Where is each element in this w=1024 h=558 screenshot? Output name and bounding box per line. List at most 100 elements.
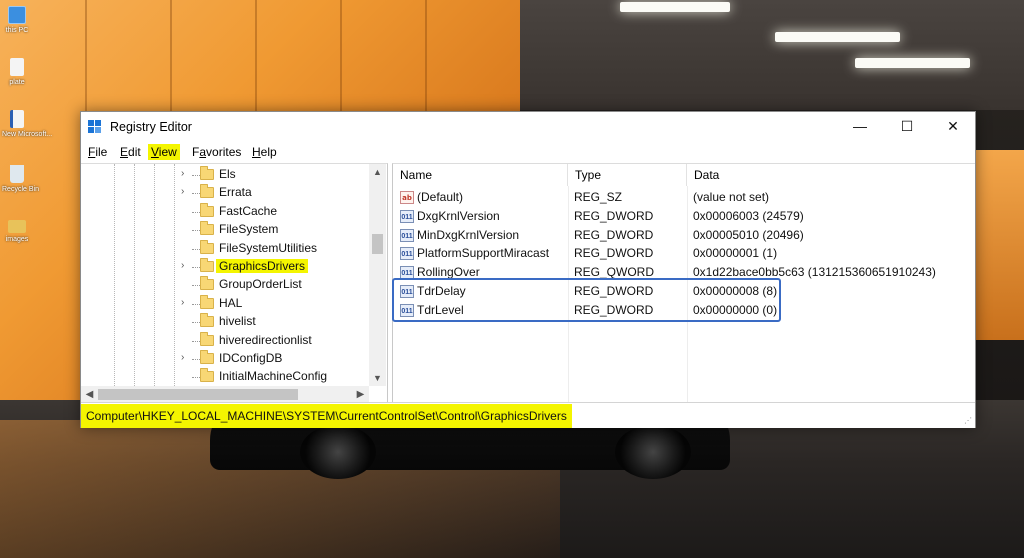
tree-item-label: InitialMachineConfig xyxy=(219,369,328,384)
tree-item[interactable]: FileSystemUtilities xyxy=(181,239,381,258)
resize-grip-icon[interactable]: ⋰ xyxy=(964,416,972,425)
tree-item[interactable]: hivelist xyxy=(181,313,381,331)
menu-bar: File Edit View Favorites Help xyxy=(81,142,975,162)
car-wheel xyxy=(300,425,376,479)
folder-icon xyxy=(8,220,26,233)
tree-item[interactable]: GroupOrderList xyxy=(181,276,381,294)
menu-edit-hotkey: E xyxy=(120,145,129,159)
tree-item-label: HAL xyxy=(219,295,243,310)
menu-favorites-label: vorites xyxy=(206,145,242,159)
ceiling xyxy=(520,0,1024,110)
scroll-down-arrow-icon[interactable]: ▼ xyxy=(369,370,386,386)
tree-item-label: Els xyxy=(219,167,236,181)
tree-item[interactable]: › Errata xyxy=(181,184,381,202)
desktop-icon-label: images xyxy=(5,236,29,243)
menu-help-hotkey: H xyxy=(252,145,261,159)
binary-value-icon: 011 xyxy=(400,247,414,261)
desktop-icon-recycle-bin[interactable]: Recycle Bin xyxy=(2,165,39,194)
tree-item[interactable]: hiveredirectionlist xyxy=(181,331,381,350)
expand-chevron-icon[interactable]: › xyxy=(181,186,191,197)
folder-icon xyxy=(200,184,214,199)
desktop-icon-label: Recycle Bin xyxy=(2,186,39,193)
column-header-type[interactable]: Type xyxy=(568,164,687,186)
desktop-icon-label: this PC xyxy=(5,27,29,34)
expand-chevron-icon[interactable]: › xyxy=(181,260,191,271)
expand-chevron-icon[interactable]: › xyxy=(181,352,191,363)
value-row[interactable]: 011 MinDxgKrnlVersion REG_DWORD 0x00005010 … xyxy=(393,226,975,245)
menu-help[interactable]: Help xyxy=(249,144,280,160)
close-button[interactable]: ✕ xyxy=(930,112,976,142)
string-value-icon: ab xyxy=(400,191,414,204)
value-type: REG_DWORD xyxy=(574,227,654,242)
menu-edit[interactable]: Edit xyxy=(117,144,144,160)
tree-item-label: Errata xyxy=(219,185,252,200)
folder-icon xyxy=(200,294,214,309)
value-row[interactable]: 011 PlatformSupportMiracast REG_DWORD 0x000… xyxy=(393,244,975,263)
tree-connector xyxy=(192,175,200,176)
tree-connector xyxy=(192,377,200,379)
value-name: MinDxgKrnlVersion xyxy=(417,227,520,242)
column-header-name[interactable]: Name xyxy=(393,164,568,186)
folder-icon xyxy=(200,276,214,291)
menu-edit-label: dit xyxy=(128,145,141,159)
desktop-icon-plate[interactable]: plate xyxy=(2,58,32,87)
tree-item-label: hivelist xyxy=(219,314,256,329)
tree-item-label: FastCache xyxy=(219,203,278,218)
key-tree-pane[interactable]: › Els › Errata FastCache FileSystem FileSystem… xyxy=(81,163,388,402)
folder-icon xyxy=(200,350,214,364)
menu-file-label: ile xyxy=(95,145,108,159)
tree-guide-line xyxy=(134,164,135,386)
tree-item[interactable]: › GraphicsDrivers xyxy=(181,258,381,276)
tree-item[interactable]: InitialMachineConfig xyxy=(181,368,381,386)
expand-chevron-icon[interactable]: › xyxy=(181,297,191,308)
value-data: 0x00005010 (20496) xyxy=(693,227,804,242)
tree-item-label: GraphicsDrivers xyxy=(216,259,309,273)
tree-item[interactable]: FileSystem xyxy=(181,221,381,239)
annotation-highlight-box xyxy=(392,278,781,322)
tree-item[interactable]: › HAL xyxy=(181,294,381,313)
value-name: DxgKrnlVersion xyxy=(417,208,500,223)
menu-file[interactable]: File xyxy=(85,144,110,160)
folder-icon xyxy=(200,202,214,217)
address-path[interactable]: Computer\HKEY_LOCAL_MACHINE\SYSTEM\Curre… xyxy=(81,404,572,428)
scroll-right-arrow-icon[interactable]: ▶ xyxy=(352,386,369,402)
monitor-icon xyxy=(8,6,26,24)
tree-connector xyxy=(192,322,200,324)
value-row[interactable]: ab (Default) REG_SZ (value not set) xyxy=(393,188,975,207)
tree-connector xyxy=(192,193,200,195)
menu-view[interactable]: View xyxy=(148,144,180,160)
value-row[interactable]: 011 DxgKrnlVersion REG_DWORD 0x00006003 (24… xyxy=(393,207,975,226)
value-data: 0x00006003 (24579) xyxy=(693,208,804,223)
column-header-data[interactable]: Data xyxy=(687,164,975,186)
tree-connector xyxy=(192,303,200,305)
minimize-button[interactable]: — xyxy=(837,112,883,142)
folder-icon xyxy=(200,313,214,328)
value-data: (value not set) xyxy=(693,190,770,204)
value-name: (Default) xyxy=(417,190,464,204)
tree-horizontal-scrollbar[interactable]: ◀ ▶ xyxy=(81,386,369,402)
tree-vertical-scrollbar[interactable]: ▲ ▼ xyxy=(369,164,386,386)
tree-connector xyxy=(192,285,200,287)
tree-item-label: hiveredirectionlist xyxy=(219,332,312,347)
desktop-icon-this-pc[interactable]: this PC xyxy=(2,6,32,35)
registry-editor-icon xyxy=(88,120,103,135)
desktop-icon-new-document[interactable]: New Microsoft... xyxy=(2,110,52,139)
tree-item[interactable]: FastCache xyxy=(181,202,381,221)
menu-favorites[interactable]: Favorites xyxy=(189,144,244,160)
desktop-icon-images[interactable]: images xyxy=(2,220,32,244)
maximize-button[interactable]: ☐ xyxy=(884,112,930,142)
desktop-icon-label: plate xyxy=(9,79,25,86)
title-bar[interactable]: Registry Editor — ☐ ✕ xyxy=(81,112,975,142)
value-type: REG_SZ xyxy=(574,190,623,204)
folder-icon xyxy=(200,166,214,180)
tree-item[interactable]: › IDConfigDB xyxy=(181,350,381,368)
scrollbar-thumb[interactable] xyxy=(98,389,298,400)
scrollbar-thumb[interactable] xyxy=(372,234,383,254)
scroll-up-arrow-icon[interactable]: ▲ xyxy=(369,164,386,180)
expand-chevron-icon[interactable]: › xyxy=(181,168,191,179)
tree-connector xyxy=(192,230,200,232)
window-title: Registry Editor xyxy=(110,120,192,134)
scroll-left-arrow-icon[interactable]: ◀ xyxy=(81,386,98,402)
tree-item[interactable]: › Els xyxy=(181,166,381,184)
menu-view-hotkey: V xyxy=(151,145,159,159)
